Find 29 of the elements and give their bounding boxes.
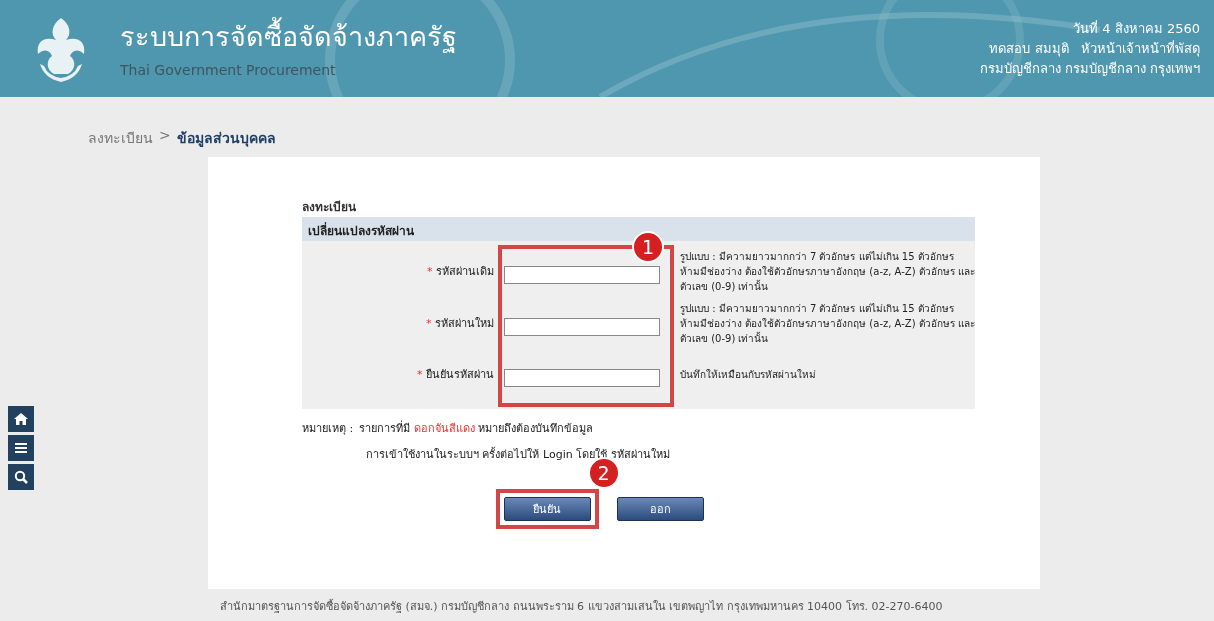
password-field[interactable] bbox=[504, 369, 660, 387]
field-label: * รหัสผ่านใหม่ bbox=[425, 315, 495, 332]
button[interactable]: ออก bbox=[616, 497, 704, 521]
button[interactable]: ยืนยัน bbox=[503, 497, 591, 521]
field-label: * ยืนยันรหัสผ่าน bbox=[416, 366, 495, 383]
section-header: เปลี่ยนแปลงรหัสผ่าน bbox=[302, 217, 975, 241]
note-label: หมายเหตุ : bbox=[302, 421, 354, 437]
hint-text: บันทึกให้เหมือนกับรหัสผ่านใหม่ bbox=[680, 367, 816, 382]
home-icon[interactable] bbox=[8, 406, 34, 432]
breadcrumb-item[interactable]: ลงทะเบียน bbox=[88, 127, 153, 151]
footer-text: สำนักมาตรฐานการจัดซื้อจัดจ้างภาครัฐ (สมจ.) กรมบัญชีกลาง ถนนพระราม 6 แขวงสามเสนใน เขตพญาไท กรุงเทพมหานคร 10400 โทร. 02-270-6400 bbox=[219, 598, 944, 615]
user-name: ทดสอบ สมมุติ หัวหน้าเจ้าหน้าที่พัสดุ bbox=[988, 39, 1200, 59]
breadcrumb-current: ข้อมูลส่วนบุคคล bbox=[176, 129, 276, 149]
site-title: ระบบการจัดซื้อจัดจ้างภาครัฐ bbox=[120, 19, 980, 54]
date-text: วันที่ 4 สิงหาคม 2560 bbox=[1072, 19, 1200, 38]
search-icon[interactable] bbox=[8, 464, 34, 490]
menu-icon[interactable] bbox=[8, 435, 34, 461]
step-badge: 2 bbox=[587, 457, 620, 489]
password-field[interactable] bbox=[504, 318, 660, 336]
password-field[interactable] bbox=[504, 266, 660, 284]
field-label: * รหัสผ่านเดิม bbox=[426, 263, 495, 280]
site-subtitle: Thai Government Procurement bbox=[120, 61, 337, 78]
step-badge: 1 bbox=[632, 231, 664, 263]
hint-text: รูปแบบ : มีความยาวมากกว่า 7 ตัวอักษร แต่ไม่เกิน 15 ตัวอักษร ห้ามมีช่องว่าง ต้องใช้ตัวอักษรภาษาอังกฤษ (a-z, A-Z) ตัวอักษร และตัวเลข (0-9) เท่านั้น bbox=[680, 249, 975, 294]
form-title: ลงทะเบียน bbox=[302, 199, 357, 216]
breadcrumb-item[interactable]: > bbox=[159, 127, 171, 151]
note-text: รายการที่มี ดอกจันสีแดง หมายถึงต้องบันทึกข้อมูล bbox=[359, 419, 594, 437]
hint-text: รูปแบบ : มีความยาวมากกว่า 7 ตัวอักษร แต่ไม่เกิน 15 ตัวอักษร ห้ามมีช่องว่าง ต้องใช้ตัวอักษรภาษาอังกฤษ (a-z, A-Z) ตัวอักษร และตัวเลข (0-9) เท่านั้น bbox=[680, 301, 975, 346]
organization-text: กรมบัญชีกลาง กรมบัญชีกลาง กรุงเทพฯ bbox=[979, 59, 1200, 79]
